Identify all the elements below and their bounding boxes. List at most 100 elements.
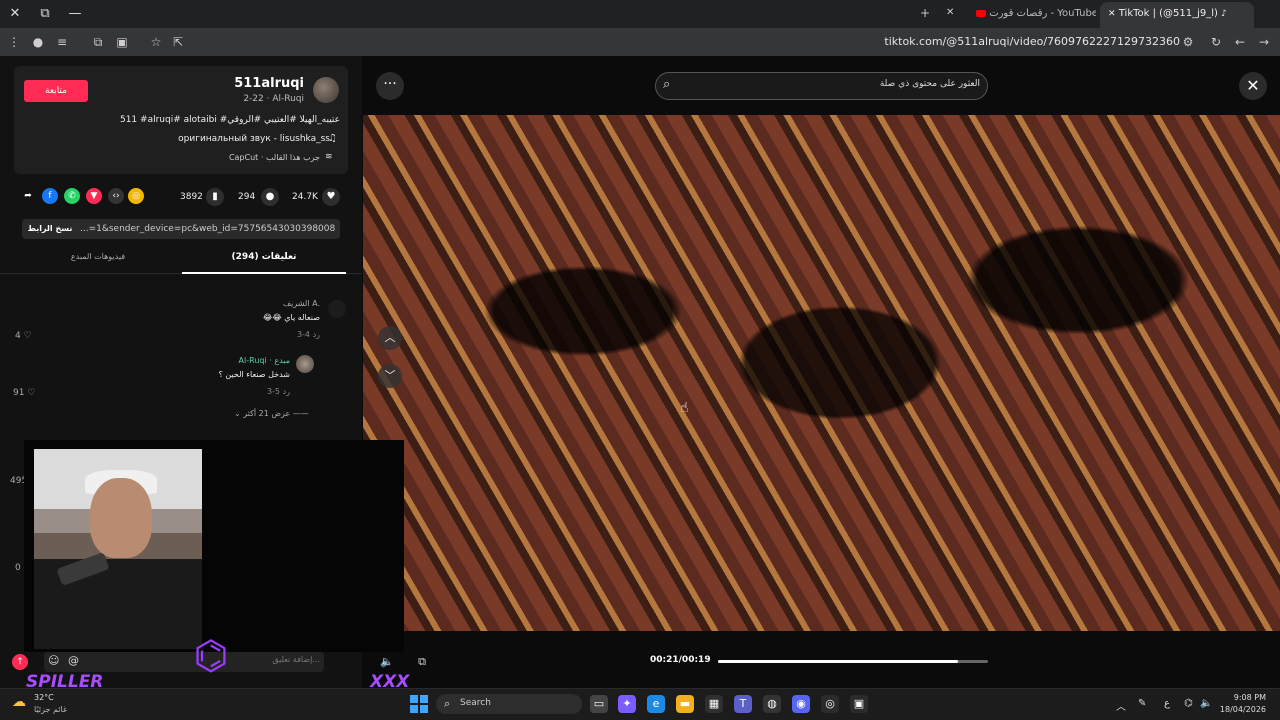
clock-time[interactable]: 9:08 PM [1206,693,1266,702]
comment-avatar[interactable] [328,300,346,318]
tab-youtube[interactable]: رقصات قورت - YouTube [968,2,1096,28]
site-settings-icon[interactable]: ⚙ [1180,34,1196,50]
post-caption: 511 #alruqi# alotaibi #عتيبه_الهيلا #الع… [119,115,340,125]
windows-start-icon[interactable] [410,695,428,713]
clock-date[interactable]: 18/04/2026 [1206,705,1266,714]
comment-author[interactable]: الشريف A. [200,299,320,308]
collections-icon[interactable]: ▣ [114,34,130,50]
discord-icon[interactable]: ◉ [792,695,810,713]
like-heart-icon[interactable]: ♥ [322,188,340,206]
next-video-icon[interactable]: ﹀ [378,364,402,388]
weather-temp[interactable]: 32°C [34,693,54,702]
bookmark-icon[interactable]: ▮ [206,188,224,206]
teams-icon[interactable]: T [734,695,752,713]
comment-meta[interactable]: 3-4 رد [240,330,320,339]
capcut-link[interactable]: CapCut · جرب هذا القالب [150,153,320,162]
comment-count: 294 [238,192,256,202]
author-avatar[interactable] [313,77,339,103]
taskbar-search-label: Search [460,698,491,708]
network-icon[interactable]: ⌬ [1184,698,1193,709]
embed-icon[interactable]: ‹› [108,188,124,204]
picture-in-picture-icon[interactable]: ⧉ [414,654,430,670]
search-icon[interactable]: ⌕ [663,77,670,92]
back-icon[interactable]: ← [1232,34,1248,50]
reload-icon[interactable]: ↻ [1208,34,1224,50]
comment-avatar[interactable] [296,355,314,373]
search-icon: ⌕ [444,697,451,710]
follow-button[interactable]: متابعة [24,80,88,102]
tab-close-icon[interactable]: ✕ [946,7,954,18]
weather-desc[interactable]: غائم جزئيًا [34,705,67,714]
comment-meta[interactable]: 3-5 رد [210,387,290,396]
weather-icon[interactable]: ☁ [12,694,26,710]
share-arrow-icon[interactable]: ➦ [20,188,36,204]
app-icon[interactable]: ◍ [763,695,781,713]
capcut-icon: ≋ [325,152,333,162]
share-link-text[interactable]: ...=1&sender_device=pc&web_id=7575654303… [80,219,336,239]
taskbar-search[interactable] [436,694,582,714]
previous-video-icon[interactable]: ︿ [378,326,402,350]
tab-comments[interactable]: تعليقات (294) [182,252,346,274]
author-subline: 2-22 · Al-Ruqi [243,94,304,104]
more-options-icon[interactable]: ··· [376,72,404,100]
save-count: 3892 [180,192,203,202]
send-icon[interactable]: ▼ [86,188,102,204]
obs-icon[interactable]: ▣ [850,695,868,713]
store-icon[interactable]: ▦ [705,695,723,713]
window-maximize-icon[interactable]: ⧉ [34,4,56,24]
pen-icon[interactable]: ✎ [1138,698,1146,709]
close-icon[interactable]: ✕ [1239,72,1267,100]
extensions-icon[interactable]: ⧉ [90,34,106,50]
tiktok-icon: ♪ [1221,9,1227,19]
bookmark-star-icon[interactable]: ☆ [148,34,164,50]
facebook-icon[interactable]: f [42,188,58,204]
media-icon[interactable]: ≡ [54,34,70,50]
new-tab-icon[interactable]: + [920,6,930,20]
view-more-label: عرض 21 أكثر [243,409,291,418]
author-username[interactable]: 511alruqi [200,76,304,91]
forward-icon[interactable]: → [1256,34,1272,50]
like-count: 24.7K [292,192,318,202]
coin-icon[interactable]: ◎ [128,188,144,204]
tab-close-icon[interactable]: ✕ [1108,9,1116,19]
tray-expand-icon[interactable]: ︿ [1116,698,1126,713]
chrome-icon[interactable]: ◎ [821,695,839,713]
copilot-icon[interactable]: ✦ [618,695,636,713]
comment-like[interactable]: 91 ♡ [13,388,35,398]
tab-tiktok[interactable]: ✕ TikTok | (@511_j9_l) ♪ [1100,2,1254,28]
comment-like-count: 91 [13,388,25,398]
youtube-icon [976,9,986,17]
whatsapp-icon[interactable]: ✆ [64,188,80,204]
volume-icon[interactable]: 🔈 [380,655,394,668]
window-close-icon[interactable]: ✕ [4,4,26,24]
video-frame[interactable] [363,115,1280,631]
task-view-icon[interactable]: ▭ [590,695,608,713]
view-more-replies[interactable]: ⌄ عرض 21 أكثر —— [234,409,309,418]
music-note-icon: ♫ [328,133,337,144]
profile-icon[interactable]: ● [30,34,46,50]
menu-dots-icon[interactable]: ⋮ [6,34,22,50]
comment-text: شدخل صنعاء الحين ؟ [218,370,290,379]
file-explorer-icon[interactable]: ▬ [676,695,694,713]
language-indicator[interactable]: ع [1164,698,1170,709]
mention-icon[interactable]: @ [68,654,79,667]
comment-icon[interactable]: ● [261,188,279,206]
tab-creator-videos[interactable]: فيديوهات المبدع [14,252,182,274]
video-timecode: 00:21/00:19 [650,655,711,665]
post-comment-icon[interactable]: ↑ [12,654,28,670]
taskbar [0,688,1280,720]
search-placeholder: العثور على محتوى ذي صلة [879,79,980,89]
emoji-icon[interactable]: ☺ [48,654,59,667]
comment-like-count: 4 [15,331,21,341]
comment-like[interactable]: 4 ♡ [15,331,32,341]
share-page-icon[interactable]: ⇱ [170,34,186,50]
tab-youtube-title: رقصات قورت - YouTube [989,8,1096,19]
edge-icon[interactable]: e [647,695,665,713]
comment-author[interactable]: Al-Ruqi · مبدع [170,356,290,365]
tab-tiktok-title: TikTok | (@511_j9_l) [1118,8,1218,19]
copy-link-button[interactable]: نسخ الرابط [26,219,74,239]
streamer-logo: ⌬ [193,633,229,679]
window-minimize-icon[interactable]: — [64,4,86,24]
sound-link[interactable]: оригинальный звук - lisushka_ss [80,134,330,144]
url-field[interactable]: tiktok.com/@511alruqi/video/760976222712… [880,33,1180,51]
